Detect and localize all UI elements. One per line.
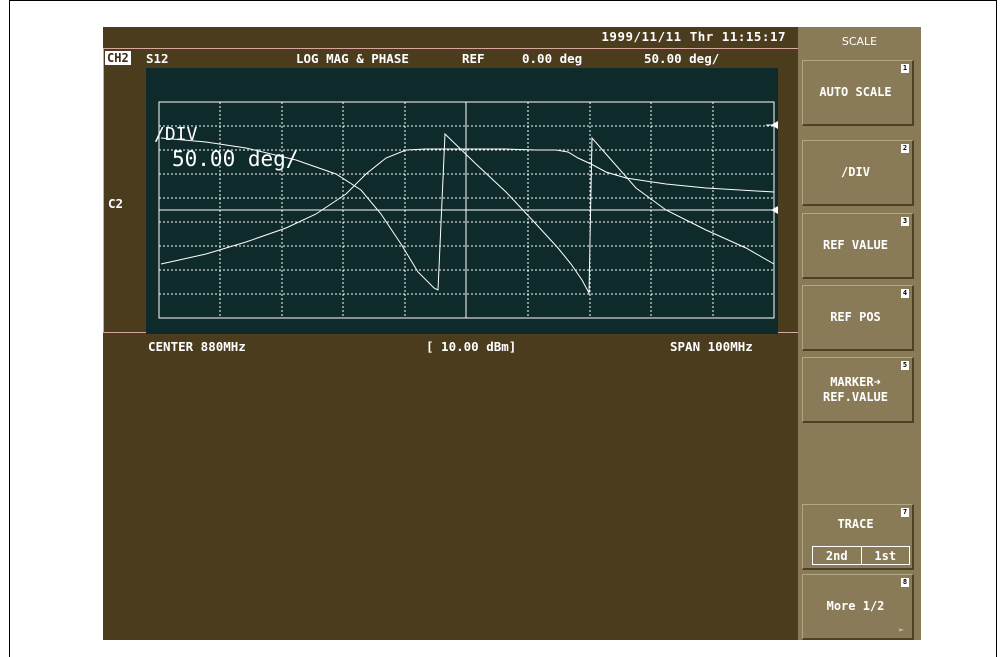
span-frequency: SPAN 100MHz [670, 339, 753, 354]
ref-value-button[interactable]: 3 REF VALUE [802, 213, 914, 279]
trace-2nd-option[interactable]: 2nd [812, 546, 861, 565]
format-label: LOG MAG & PHASE [296, 51, 409, 66]
overlay-scale-label: 50.00 deg/ [172, 147, 298, 171]
overlay-div-label: /DIV [154, 124, 198, 145]
trace-label: TRACE [837, 517, 874, 531]
more-arrow-icon: ► [899, 625, 904, 634]
channel-badge[interactable]: CH2 [105, 51, 131, 65]
graticule-solid [158, 101, 775, 319]
source-power: [ 10.00 dBm] [426, 339, 517, 354]
parameter-label: S12 [146, 51, 169, 66]
auto-scale-label: AUTO SCALE [819, 85, 892, 99]
div-button[interactable]: 2 /DIV [802, 140, 914, 206]
ref-value-label: REF VALUE [822, 238, 889, 252]
trace-toggle[interactable]: 2nd 1st [812, 546, 910, 565]
div-label: /DIV [841, 165, 870, 179]
scale-value: 50.00 deg/ [644, 51, 720, 66]
trace-button[interactable]: 7 TRACE 2nd 1st [802, 504, 914, 570]
trace-1st-option[interactable]: 1st [860, 546, 910, 565]
softkey-menu-title: SCALE [841, 35, 878, 48]
auto-scale-button[interactable]: 1 AUTO SCALE [802, 60, 914, 126]
marker-arrow-label: MARKER➜ [830, 374, 881, 389]
trace-plot: /DIV 50.00 deg/ [154, 101, 778, 319]
marker-to-ref-value-button[interactable]: 5 MARKER➜ REF.VALUE [802, 357, 914, 423]
datetime: 1999/11/11 Thr 11:15:17 [601, 29, 786, 44]
ref-value: 0.00 deg [522, 51, 583, 66]
channel-marker: C2 [108, 196, 124, 211]
center-frequency: CENTER 880MHz [148, 339, 246, 354]
more-label: More 1/2 [826, 599, 885, 613]
ref-pos-label: REF POS [830, 310, 881, 324]
ref-pos-button[interactable]: 4 REF POS [802, 285, 914, 351]
trace-display: /DIV 50.00 deg/ [146, 68, 778, 334]
ref-label: REF [462, 51, 485, 66]
ref-value-sub-label: REF.VALUE [822, 389, 889, 404]
channel-panel: CH2 S12 LOG MAG & PHASE REF 0.00 deg 50.… [103, 48, 799, 354]
softkey-panel: SCALE 1 AUTO SCALE 2 /DIV 3 REF VALUE 4 … [798, 27, 921, 640]
title-bar: 1999/11/11 Thr 11:15:17 [103, 27, 798, 46]
analyzer-screen: 1999/11/11 Thr 11:15:17 CH2 S12 LOG MAG … [103, 27, 921, 640]
page-border-left [9, 0, 10, 657]
page-border-right [996, 0, 997, 657]
more-button[interactable]: 8 More 1/2 ► [802, 574, 914, 640]
page-border-top [9, 0, 997, 1]
